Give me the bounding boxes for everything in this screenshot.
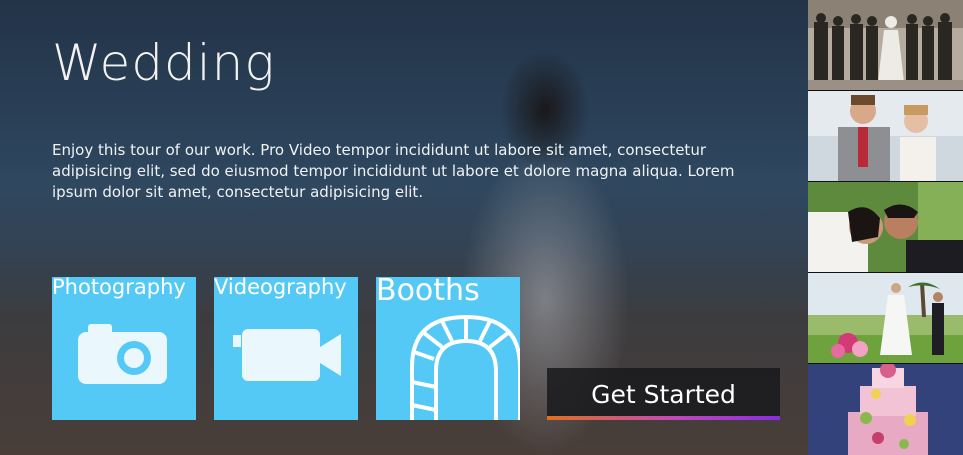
tile-videography-label: Videography (214, 277, 347, 299)
thumbnail-couple-portrait[interactable] (808, 91, 963, 181)
intro-text: Enjoy this tour of our work. Pro Video t… (52, 141, 735, 201)
couple-kiss-photo (808, 182, 963, 272)
tile-booths[interactable]: Booths (376, 277, 520, 420)
thumbnail-vintage-group[interactable] (808, 0, 963, 90)
page-title: Wedding (52, 34, 276, 92)
couple-portrait-photo (808, 91, 963, 181)
couple-garden-photo (808, 273, 963, 363)
tile-booths-label: Booths (376, 277, 480, 308)
thumbnail-couple-garden[interactable] (808, 273, 963, 363)
tile-photography[interactable]: Photography (52, 277, 196, 420)
get-started-button[interactable]: Get Started (547, 368, 780, 420)
thumbnail-strip (808, 0, 963, 455)
vintage-wedding-group-photo (808, 0, 963, 90)
thumbnail-couple-kiss[interactable] (808, 182, 963, 272)
tile-videography[interactable]: Videography (214, 277, 358, 420)
thumbnail-wedding-cake[interactable] (808, 364, 963, 455)
wedding-cake-photo (808, 364, 963, 455)
tile-photography-label: Photography (52, 277, 186, 299)
get-started-underline (547, 416, 780, 420)
